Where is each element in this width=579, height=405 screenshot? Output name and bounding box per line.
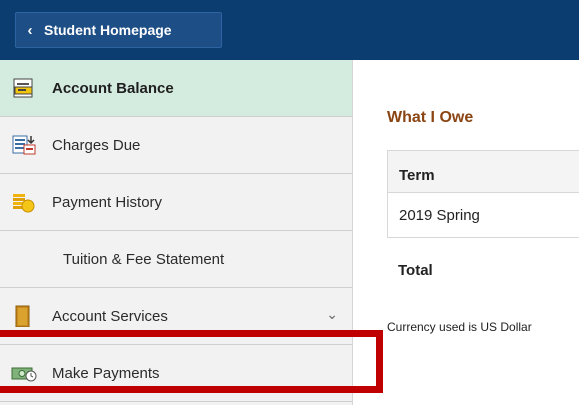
currency-note: Currency used is US Dollar <box>387 320 532 334</box>
sidebar-item-tuition-fee-statement[interactable]: Tuition & Fee Statement <box>0 231 352 288</box>
sidebar-item-label: Tuition & Fee Statement <box>63 250 225 268</box>
total-label: Total <box>398 262 433 279</box>
sidebar-item-label: Account Services <box>52 307 168 325</box>
chevron-left-icon: ‹ <box>27 21 33 39</box>
chevron-down-icon[interactable]: ⌄ <box>326 306 338 323</box>
section-title: What I Owe <box>387 109 474 126</box>
top-bar: ‹ Student Homepage <box>0 0 579 60</box>
payment-history-icon <box>11 191 37 213</box>
charges-due-icon <box>11 134 37 156</box>
account-services-icon <box>11 305 37 328</box>
main-content: What I Owe Term 2019 Spring Total Curren… <box>353 60 579 405</box>
owe-table: Term 2019 Spring <box>387 150 579 238</box>
highlight-box <box>0 330 383 393</box>
table-row: 2019 Spring <box>387 193 579 238</box>
sidebar-item-label: Payment History <box>52 193 163 211</box>
sidebar-item-charges-due[interactable]: Charges Due <box>0 117 352 174</box>
sidebar-item-account-balance[interactable]: Account Balance <box>0 60 352 117</box>
back-button-label: Student Homepage <box>44 22 172 38</box>
student-homepage-button[interactable]: ‹ Student Homepage <box>15 12 222 48</box>
sidebar-item-label: Charges Due <box>52 136 141 154</box>
sidebar-item-payment-history[interactable]: Payment History <box>0 174 352 231</box>
table-header-term: Term <box>387 150 579 193</box>
account-balance-icon <box>11 77 37 99</box>
sidebar-item-label: Account Balance <box>52 79 174 97</box>
